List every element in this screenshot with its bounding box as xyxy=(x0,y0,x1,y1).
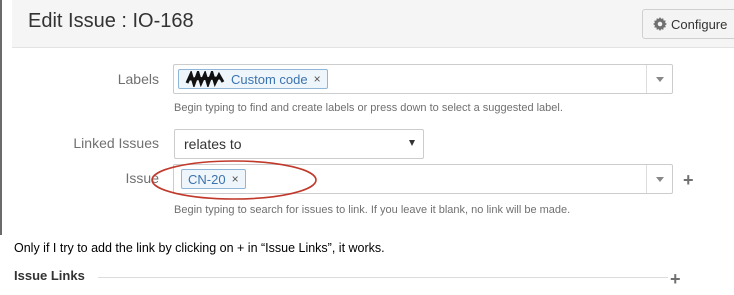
linked-issues-label: Linked Issues xyxy=(73,135,159,151)
dialog-title: Edit Issue : IO-168 xyxy=(28,10,194,32)
chevron-down-icon xyxy=(655,176,664,182)
gear-icon xyxy=(653,17,667,31)
issue-dropdown-toggle[interactable] xyxy=(646,165,672,193)
redaction-scribble xyxy=(185,71,225,87)
labels-dropdown-toggle[interactable] xyxy=(646,65,672,93)
select-arrow-icon xyxy=(409,140,415,146)
edit-issue-dialog: Edit Issue : IO-168 Configure Labels Cus… xyxy=(0,0,734,235)
annotation-ellipse xyxy=(151,160,317,200)
issue-label: Issue xyxy=(125,170,159,186)
issue-help: Begin typing to search for issues to lin… xyxy=(174,204,571,216)
chevron-down-icon xyxy=(655,76,664,82)
section-divider xyxy=(98,277,668,278)
remove-token-icon[interactable]: × xyxy=(314,72,321,86)
link-type-value: relates to xyxy=(184,136,242,152)
label-token[interactable]: Custom code × xyxy=(178,69,328,89)
configure-button[interactable]: Configure xyxy=(642,9,734,39)
labels-picker[interactable]: Custom code × xyxy=(173,64,673,94)
add-issue-link-button[interactable]: + xyxy=(683,171,694,189)
configure-label: Configure xyxy=(671,16,728,32)
dialog-header: Edit Issue : IO-168 xyxy=(12,0,734,48)
link-type-select[interactable]: relates to xyxy=(174,129,424,159)
explanation-note: Only if I try to add the link by clickin… xyxy=(14,241,385,255)
labels-help: Begin typing to find and create labels o… xyxy=(174,102,563,114)
issue-links-title: Issue Links xyxy=(14,268,85,283)
label-token-text: Custom code xyxy=(231,71,308,87)
labels-label: Labels xyxy=(117,71,159,87)
add-issue-links-button[interactable]: + xyxy=(670,270,681,288)
